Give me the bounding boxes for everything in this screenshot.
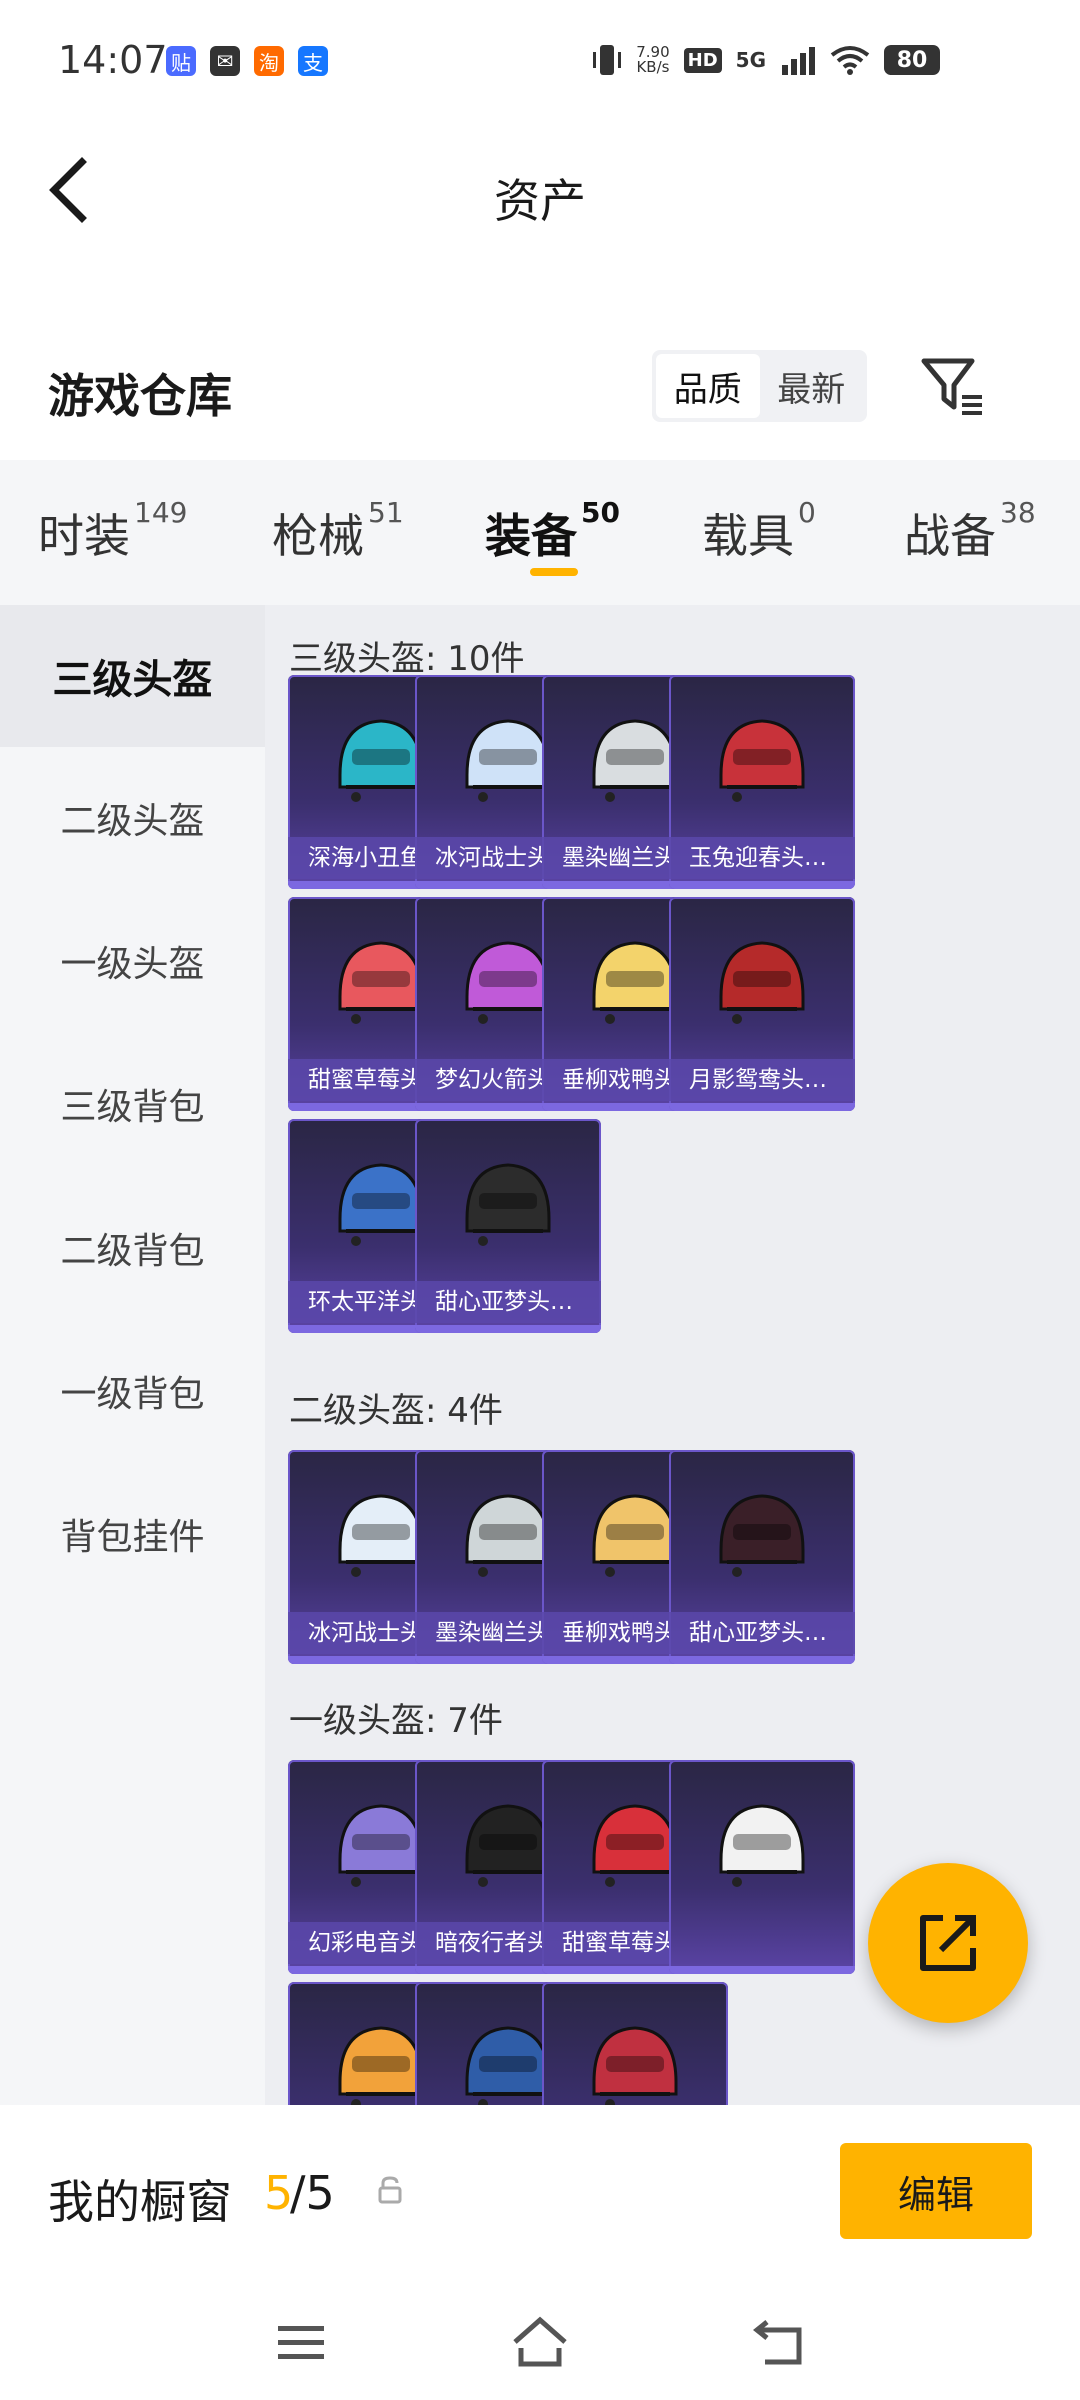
item-card-label: 甜心亚梦头… [415,1281,601,1323]
filter-icon[interactable] [920,355,988,417]
active-tab-indicator [530,568,578,576]
item-card-label: 甜心亚梦头… [669,1612,855,1654]
net-speed: 7.90 KB/s [636,43,670,76]
helmet-icon [719,941,805,1024]
category-tabs: 时装 149 枪械 51 装备 50 载具 0 战备 38 [0,460,1080,605]
item-card-label: 玉兔迎春头… [669,837,855,879]
tab-fashion[interactable]: 时装 149 [38,496,187,566]
wifi-icon [830,46,870,75]
tab-vehicles[interactable]: 载具 0 [702,496,816,566]
helmet-icon [719,719,805,802]
sidebar-item-level2-helmet[interactable]: 二级头盔 [0,747,265,889]
sort-toggle: 品质 最新 [652,350,867,422]
section-title: 三级头盔: 10件 [289,639,525,679]
back-nav-icon[interactable] [745,2308,815,2378]
status-bar: 14:07 贴 ✉ 淘 支 7.90 KB/s HD 5G 80 [0,0,1080,120]
alipay-icon: 支 [298,46,328,76]
helmet-icon [719,1494,805,1577]
sidebar-item-backpack-charm[interactable]: 背包挂件 [0,1463,265,1605]
menu-icon[interactable] [266,2308,336,2378]
sidebar-item-level3-helmet[interactable]: 三级头盔 [0,605,265,747]
sidebar-item-level1-helmet[interactable]: 一级头盔 [0,890,265,1032]
edit-button[interactable]: 编辑 [840,2143,1032,2239]
item-card[interactable]: 甜心亚梦头… [415,1119,601,1333]
tab-equipment[interactable]: 装备 50 [485,496,620,566]
item-card[interactable]: 月影鸳鸯头… [669,897,855,1111]
section-title: 一级头盔: 7件 [289,1701,503,1741]
section-title: 二级头盔: 4件 [289,1391,503,1431]
taobao-icon: 淘 [254,46,284,76]
item-card[interactable]: 玉兔迎春头… [669,675,855,889]
item-card[interactable] [542,1982,728,2105]
category-sidebar: 三级头盔 二级头盔 一级头盔 三级背包 二级背包 一级背包 背包挂件 [0,605,265,2105]
page-title: 资产 [494,174,586,228]
showcase-current-count: 5 [264,2166,294,2220]
sidebar-item-level2-backpack[interactable]: 二级背包 [0,1177,265,1319]
mail-icon: ✉ [210,46,240,76]
helmet-icon [592,2026,678,2105]
battery-indicator: 80 [884,45,940,75]
showcase-total-count: /5 [290,2166,335,2220]
helmet-icon [465,1163,551,1246]
status-time: 14:07 [58,38,168,82]
tab-supplies[interactable]: 战备 38 [904,496,1036,566]
sidebar-item-level1-backpack[interactable]: 一级背包 [0,1320,265,1462]
item-card[interactable]: 甜心亚梦头… [669,1450,855,1664]
signal-icon [782,47,815,75]
share-icon [920,1915,976,1971]
vibrate-icon [593,45,622,75]
lock-icon [378,2176,402,2204]
sort-newest-option[interactable]: 最新 [760,354,864,418]
network-indicator: 5G [735,48,766,72]
home-icon[interactable] [505,2308,575,2378]
tab-weapons[interactable]: 枪械 51 [272,496,404,566]
sort-quality-option[interactable]: 品质 [656,354,760,418]
system-nav-bar [0,2288,1080,2400]
sidebar-item-level3-backpack[interactable]: 三级背包 [0,1033,265,1175]
showcase-label: 我的橱窗 [48,2175,232,2229]
hd-badge: HD [683,47,722,73]
tieba-icon: 贴 [166,46,196,76]
share-button[interactable] [868,1863,1028,2023]
warehouse-title: 游戏仓库 [48,369,232,423]
helmet-icon [719,1804,805,1887]
item-card-label: 月影鸳鸯头… [669,1059,855,1101]
item-card[interactable] [669,1760,855,1974]
status-indicators: 7.90 KB/s HD 5G 80 [592,40,940,80]
